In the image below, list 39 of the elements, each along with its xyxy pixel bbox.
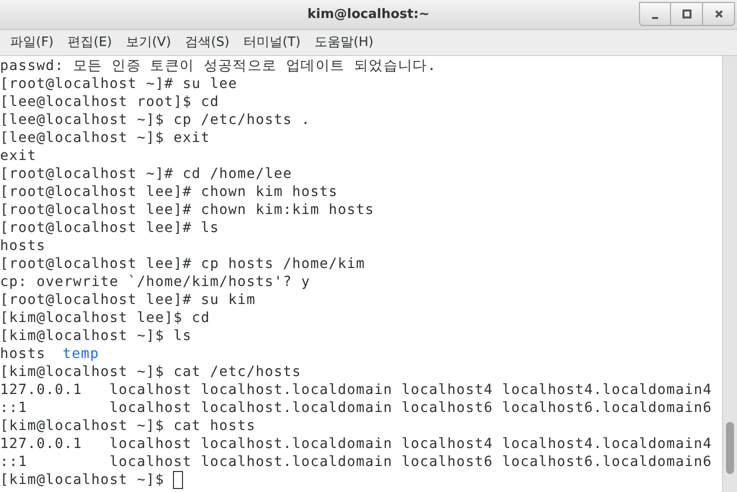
terminal-line: hosts [0,237,46,255]
terminal-line: [root@localhost lee]# chown kim:kim hosts [0,201,374,219]
terminal-line: [root@localhost ~]# cd /home/lee [0,165,292,183]
terminal-line: [root@localhost ~]# su lee [0,75,238,93]
menu-item[interactable]: 편집(E) [62,32,118,54]
terminal-line: [lee@localhost ~]$ cp /etc/hosts . [0,111,310,129]
terminal-line: [root@localhost lee]# su kim [0,291,256,309]
terminal-line: [kim@localhost ~]$ ls [0,327,192,345]
window-title: kim@localhost:~ [307,6,430,24]
terminal-line: exit [0,147,37,165]
maximize-button[interactable] [671,2,703,26]
maximize-icon [682,9,692,19]
terminal-line: passwd: 모든 인증 토큰이 성공적으로 업데이트 되었습니다. [0,57,437,75]
terminal-line: cp: overwrite `/home/kim/hosts'? y [0,273,310,291]
menu-item[interactable]: 도움말(H) [308,32,380,54]
terminal-line: [root@localhost lee]# chown kim hosts [0,183,338,201]
minimize-icon [652,16,658,18]
terminal-line: 127.0.0.1 localhost localhost.localdomain localhost4 localhost4.localdomain4 [0,381,712,399]
terminal-line: [kim@localhost ~]$ [0,471,166,489]
terminal-line: [root@localhost lee]# cp hosts /home/kim [0,255,366,273]
scrollbar[interactable] [722,56,737,492]
terminal-line: [kim@localhost ~]$ cat /etc/hosts [0,363,302,381]
scrollbar-thumb[interactable] [726,422,734,474]
menu-item[interactable]: 검색(S) [179,32,236,54]
menu-item[interactable]: 터미널(T) [237,32,307,54]
menu-item[interactable]: 보기(V) [120,32,178,54]
terminal-line: ::1 localhost localhost.localdomain localhost6 localhost6.localdomain6 [0,399,712,417]
file-name: hosts [0,345,46,363]
terminal-line: [kim@localhost lee]$ cd [0,309,210,327]
terminal-line: [kim@localhost ~]$ cat hosts [0,417,256,435]
directory-name: temp [62,345,100,363]
terminal-line: 127.0.0.1 localhost localhost.localdomain localhost4 localhost4.localdomain4 [0,435,712,453]
menu-item[interactable]: 파일(F) [4,32,60,54]
close-button[interactable] [703,2,735,26]
terminal-line: [lee@localhost root]$ cd [0,93,220,111]
terminal-line: [lee@localhost ~]$ exit [0,129,210,147]
close-icon [714,9,724,19]
terminal-line: [root@localhost lee]# ls [0,219,220,237]
terminal-line: ::1 localhost localhost.localdomain localhost6 localhost6.localdomain6 [0,453,712,471]
